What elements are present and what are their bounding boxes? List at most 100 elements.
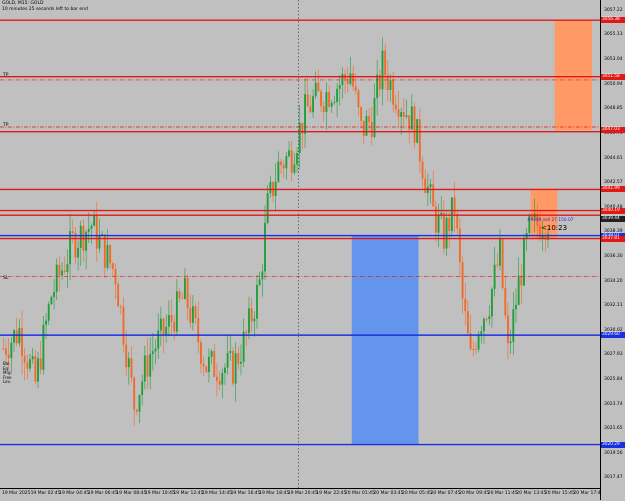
- candle-body: [402, 112, 405, 117]
- candle-body: [381, 50, 384, 90]
- candle-body: [461, 262, 464, 299]
- candle-body: [370, 121, 373, 137]
- candle-body: [229, 351, 232, 354]
- candle-body: [210, 351, 213, 357]
- candle-body: [50, 297, 53, 305]
- candle-body: [523, 238, 525, 286]
- candle-body: [29, 359, 31, 369]
- candle-body: [13, 330, 15, 343]
- candle-body: [149, 353, 152, 377]
- candle-body: [507, 315, 509, 344]
- candle-body: [389, 80, 392, 91]
- candle-body: [424, 178, 427, 193]
- candle-body: [464, 298, 467, 312]
- candle-body: [15, 330, 18, 344]
- candle-body: [167, 315, 170, 327]
- candle-body: [450, 197, 453, 232]
- candle-body: [445, 217, 448, 249]
- candle-body: [216, 376, 218, 381]
- candle-body: [314, 82, 317, 97]
- candle-body: [130, 358, 133, 378]
- candle-body: [496, 264, 499, 266]
- time-tick-label: 19 Mar 02:45: [30, 491, 61, 496]
- candle-body: [10, 342, 13, 359]
- price-tick-label: 3017.47: [604, 475, 623, 481]
- candle-body: [221, 372, 224, 385]
- candle-body: [405, 115, 408, 117]
- time-tick-label: 19 Mar 04:45: [59, 491, 90, 496]
- candle-body: [146, 355, 149, 377]
- candle-body: [282, 164, 285, 169]
- candle-body: [458, 228, 461, 263]
- time-tick-label: 20 Mar 05:45: [402, 491, 433, 496]
- candle-body: [154, 348, 157, 352]
- price-level-tag: 3056.38: [601, 17, 625, 24]
- candle-body: [5, 348, 7, 355]
- candle-body: [394, 104, 397, 110]
- candle-body: [237, 353, 240, 364]
- candle-body: [413, 106, 416, 143]
- candle-body: [357, 90, 360, 108]
- candle-body: [119, 306, 122, 308]
- candle-body: [285, 156, 288, 169]
- candle-body: [477, 334, 480, 350]
- zone-blue-0: [351, 235, 419, 445]
- candle-body: [175, 291, 178, 332]
- price-tick-label: 3048.85: [604, 106, 623, 112]
- candle-body: [520, 275, 523, 286]
- candle-body: [317, 82, 320, 92]
- candle-body: [2, 348, 5, 349]
- price-tick-label: 3023.74: [604, 401, 623, 407]
- candle-body: [205, 366, 208, 373]
- candle-body: [322, 106, 325, 112]
- candle-body: [349, 73, 352, 84]
- candle-body: [31, 356, 34, 360]
- price-level-tag: 3037.81: [601, 235, 625, 242]
- candle-body: [213, 351, 216, 377]
- candle-body: [93, 215, 96, 226]
- candle-body: [442, 212, 445, 249]
- time-axis[interactable]: 19 Mar 2025 19 Mar 02:45 19 Mar 04:45 19 Ma…: [0, 488, 600, 501]
- candle-body: [157, 330, 160, 349]
- candle-body: [122, 306, 125, 345]
- price-tick-label: 3057.22: [604, 7, 623, 13]
- candle-body: [448, 217, 451, 232]
- candle-body: [280, 161, 282, 165]
- candle-body: [330, 102, 333, 107]
- candle-body: [77, 247, 80, 258]
- candle-body: [159, 318, 162, 331]
- time-tick-label: 20 Mar 13:45: [516, 491, 547, 496]
- candle-body: [354, 86, 357, 91]
- candle-body: [320, 91, 322, 107]
- account-label: Lev.: [3, 379, 11, 384]
- candle-body: [288, 150, 290, 157]
- candle-body: [397, 109, 400, 117]
- candle-body: [290, 150, 293, 173]
- candle-body: [328, 92, 331, 107]
- candle-body: [499, 238, 501, 266]
- candle-body: [432, 184, 435, 207]
- price-axis[interactable]: 3057.22 3055.13 3053.04 3050.94 3048.85 3046.…: [600, 0, 625, 500]
- candle-body: [135, 409, 138, 412]
- candle-body: [218, 380, 221, 385]
- candle-body: [186, 277, 189, 309]
- candle-body: [21, 328, 23, 357]
- candle-body: [143, 355, 146, 382]
- price-level-tag: 3047.03: [601, 127, 625, 134]
- candle-body: [266, 193, 269, 223]
- candle-body: [483, 318, 485, 332]
- candle-body: [133, 377, 136, 410]
- time-tick-label: 20 Mar 01:45: [344, 491, 375, 496]
- candle-body: [26, 362, 29, 369]
- candle-body: [501, 238, 504, 288]
- chart-plot-area[interactable]: GOLD, M15: GOLD 10 minutes 25 seconds le…: [0, 0, 600, 488]
- candle-body: [416, 119, 419, 143]
- price-chart[interactable]: [0, 0, 600, 488]
- candle-body: [248, 308, 250, 334]
- tp-label-2: TP: [3, 123, 9, 128]
- zone-salmon-1: [554, 20, 593, 131]
- candle-body: [106, 245, 109, 268]
- candle-body: [34, 356, 37, 382]
- price-tick-label: 3021.65: [604, 426, 623, 432]
- candle-body: [162, 318, 165, 336]
